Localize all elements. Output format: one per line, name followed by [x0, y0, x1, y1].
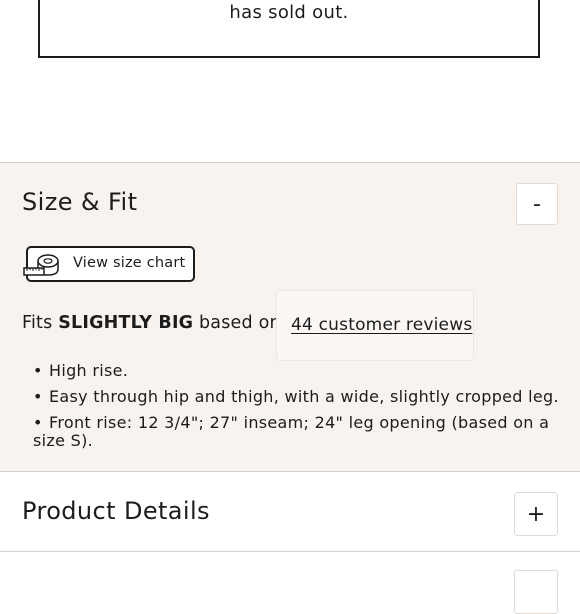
- product-details-expand-button[interactable]: +: [514, 492, 558, 536]
- size-fit-collapse-button[interactable]: -: [516, 183, 558, 225]
- size-fit-section: Size & Fit - View size chart Fits SLIGHT…: [0, 162, 580, 472]
- product-details-title: Product Details: [22, 497, 210, 525]
- list-item: • High rise.: [33, 362, 563, 380]
- list-item: • Front rise: 12 3/4"; 27" inseam; 24" l…: [33, 414, 563, 450]
- customer-reviews-link[interactable]: 44 customer reviews: [291, 315, 472, 335]
- fit-details-list: • High rise. • Easy through hip and thig…: [33, 362, 563, 458]
- list-item: • Easy through hip and thigh, with a wid…: [33, 388, 563, 406]
- fit-prefix: Fits: [22, 313, 53, 333]
- sold-out-notice: has sold out.: [38, 0, 540, 58]
- bullet-dot: •: [33, 413, 43, 432]
- fit-summary: Fits SLIGHTLY BIG based on: [22, 313, 281, 333]
- sold-out-text: has sold out.: [229, 2, 349, 23]
- minus-icon: -: [533, 191, 541, 217]
- measuring-tape-icon: [23, 254, 59, 276]
- next-section-toggle-button[interactable]: [514, 570, 558, 614]
- product-details-section[interactable]: Product Details +: [0, 472, 580, 552]
- plus-icon: +: [526, 501, 546, 527]
- list-item-text: Easy through hip and thigh, with a wide,…: [49, 387, 559, 406]
- list-item-text: Front rise: 12 3/4"; 27" inseam; 24" leg…: [33, 413, 550, 450]
- fit-verdict: SLIGHTLY BIG: [58, 313, 194, 333]
- bullet-dot: •: [33, 387, 43, 406]
- fit-middle: based on: [199, 313, 281, 333]
- bullet-dot: •: [33, 361, 43, 380]
- view-size-chart-label: View size chart: [73, 255, 186, 271]
- list-item-text: High rise.: [49, 361, 129, 380]
- reviews-link-box[interactable]: 44 customer reviews: [276, 290, 474, 361]
- view-size-chart-button[interactable]: View size chart: [23, 246, 195, 282]
- size-fit-title: Size & Fit: [22, 188, 138, 216]
